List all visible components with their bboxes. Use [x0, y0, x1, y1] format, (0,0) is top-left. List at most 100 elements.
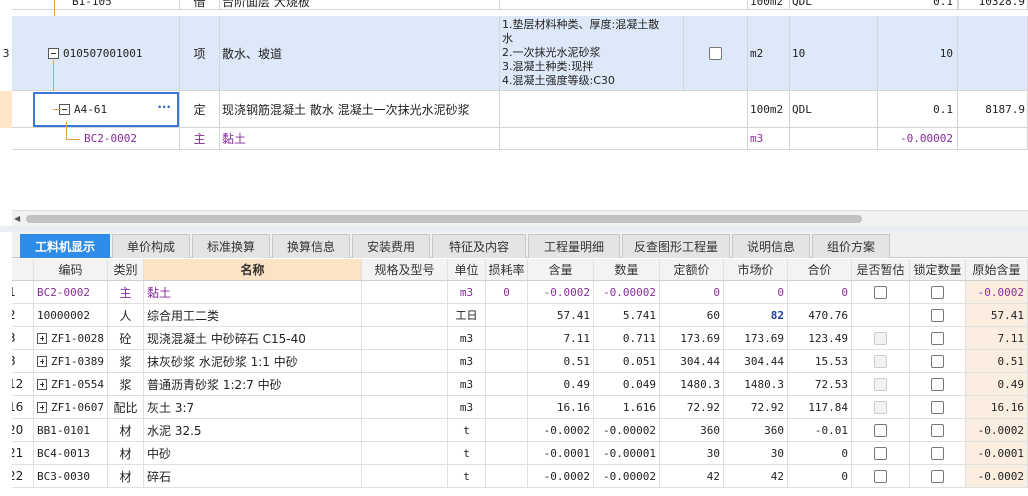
cell-content[interactable]: -0.0001: [528, 442, 594, 464]
cell-category[interactable]: 砼: [108, 327, 144, 349]
cell-unit[interactable]: m3: [448, 373, 486, 395]
cell-quantity[interactable]: -0.00002: [594, 465, 660, 487]
cell-content[interactable]: 57.41: [528, 304, 594, 326]
cell-loss-rate[interactable]: 0: [486, 281, 528, 303]
cell-total[interactable]: 0: [788, 465, 852, 487]
tab-conversion-info[interactable]: 换算信息: [272, 234, 350, 258]
cell-original-content[interactable]: 57.41: [966, 304, 1028, 326]
lock-checkbox[interactable]: [931, 469, 944, 483]
material-row[interactable]: 1BC2-0002主黏土m30-0.0002-0.00002000-0.0002: [12, 281, 1028, 304]
cell-content[interactable]: -0.0002: [528, 465, 594, 487]
material-row[interactable]: 3ZF1-0028砼现浇混凝土 中砂碎石 C15-40m37.110.71117…: [12, 327, 1028, 350]
cell-original-content[interactable]: -0.0002: [966, 419, 1028, 441]
col-market-price[interactable]: 市场价: [724, 259, 788, 280]
cell-spec[interactable]: [362, 442, 448, 464]
scroll-left-icon[interactable]: ◀: [14, 214, 20, 223]
cell-unit[interactable]: t: [448, 442, 486, 464]
cell-code[interactable]: BC4-0013: [34, 442, 108, 464]
cell-code[interactable]: ZF1-0028: [34, 327, 108, 349]
cell-unit[interactable]: t: [448, 465, 486, 487]
cell-market-price[interactable]: 30: [724, 442, 788, 464]
material-row[interactable]: 22BC3-0030材碎石t-0.0002-0.0000242420-0.000…: [12, 465, 1028, 488]
cell-unit[interactable]: 工日: [448, 304, 486, 326]
cell-quantity[interactable]: 0.049: [594, 373, 660, 395]
collapse-toggle-icon[interactable]: [48, 47, 59, 59]
lock-checkbox[interactable]: [931, 423, 944, 437]
cell-unit[interactable]: m3: [448, 396, 486, 418]
cell-quota-price[interactable]: 360: [660, 419, 724, 441]
cell-original-content[interactable]: -0.0002: [966, 281, 1028, 303]
col-loss-rate[interactable]: 损耗率: [486, 259, 528, 280]
cell-spec[interactable]: [362, 419, 448, 441]
tab-features[interactable]: 特征及内容: [432, 234, 526, 258]
cell-original-content[interactable]: 7.11: [966, 327, 1028, 349]
cell-loss-rate[interactable]: [486, 350, 528, 372]
cell-market-price[interactable]: 304.44: [724, 350, 788, 372]
cell-quota-price[interactable]: 60: [660, 304, 724, 326]
cell-name[interactable]: 现浇混凝土 中砂碎石 C15-40: [144, 327, 362, 349]
material-row[interactable]: 21BC4-0013材中砂t-0.0001-0.0000130300-0.000…: [12, 442, 1028, 465]
cell-name[interactable]: 抹灰砂浆 水泥砂浆 1:1 中砂: [144, 350, 362, 372]
material-row[interactable]: 16ZF1-0607配比灰土 3:7m316.161.61672.9272.92…: [12, 396, 1028, 419]
cell-unit[interactable]: m3: [448, 281, 486, 303]
cell-spec[interactable]: [362, 327, 448, 349]
item-row[interactable]: B1-105 借 台阶面层 大烧板 100m2 QDL 0.1 10328.9: [12, 0, 1028, 10]
cell-name[interactable]: 综合用工二类: [144, 304, 362, 326]
more-options-button[interactable]: ···: [157, 100, 171, 114]
expand-toggle-icon[interactable]: [37, 401, 48, 413]
cell-spec[interactable]: [362, 465, 448, 487]
cell-market-price[interactable]: 360: [724, 419, 788, 441]
cell-name[interactable]: 灰土 3:7: [144, 396, 362, 418]
horizontal-scrollbar[interactable]: ◀: [12, 210, 1028, 226]
cell-original-content[interactable]: 0.49: [966, 373, 1028, 395]
cell-code[interactable]: ZF1-0389: [34, 350, 108, 372]
cell-loss-rate[interactable]: [486, 442, 528, 464]
col-total[interactable]: 合价: [788, 259, 852, 280]
col-quota-price[interactable]: 定额价: [660, 259, 724, 280]
lock-checkbox[interactable]: [931, 331, 944, 345]
cell-unit[interactable]: m3: [448, 350, 486, 372]
cell-loss-rate[interactable]: [486, 373, 528, 395]
cell-category[interactable]: 材: [108, 442, 144, 464]
cell-total[interactable]: 123.49: [788, 327, 852, 349]
cell-quantity[interactable]: -0.00001: [594, 442, 660, 464]
tab-labor-material[interactable]: 工料机显示: [20, 234, 110, 258]
material-row[interactable]: 20BB1-0101材水泥 32.5t-0.0002-0.00002360360…: [12, 419, 1028, 442]
cell-code[interactable]: ZF1-0554: [34, 373, 108, 395]
cell-quantity[interactable]: 5.741: [594, 304, 660, 326]
item-row[interactable]: BC2-0002 主 黏土 m3 -0.00002: [12, 128, 1028, 150]
cell-content[interactable]: -0.0002: [528, 419, 594, 441]
cell-spec[interactable]: [362, 396, 448, 418]
cell-quantity[interactable]: -0.00002: [594, 419, 660, 441]
cell-quota-price[interactable]: 304.44: [660, 350, 724, 372]
cell-content[interactable]: 16.16: [528, 396, 594, 418]
cell-loss-rate[interactable]: [486, 327, 528, 349]
cell-quota-price[interactable]: 30: [660, 442, 724, 464]
cell-name[interactable]: 黏土: [144, 281, 362, 303]
tab-reverse-lookup[interactable]: 反查图形工程量: [622, 234, 730, 258]
col-content[interactable]: 含量: [528, 259, 594, 280]
cell-quota-price[interactable]: 173.69: [660, 327, 724, 349]
cell-original-content[interactable]: -0.0002: [966, 465, 1028, 487]
cell-code[interactable]: ZF1-0607: [34, 396, 108, 418]
cell-code[interactable]: BC2-0002: [34, 281, 108, 303]
cell-name[interactable]: 中砂: [144, 442, 362, 464]
tab-pricing-scheme[interactable]: 组价方案: [812, 234, 890, 258]
cell-name[interactable]: 普通沥青砂浆 1:2:7 中砂: [144, 373, 362, 395]
tab-install-fee[interactable]: 安装费用: [352, 234, 430, 258]
cell-total[interactable]: 15.53: [788, 350, 852, 372]
cell-content[interactable]: 0.51: [528, 350, 594, 372]
expand-toggle-icon[interactable]: [37, 355, 48, 367]
estimate-checkbox[interactable]: [874, 446, 887, 460]
cell-quantity[interactable]: 1.616: [594, 396, 660, 418]
cell-category[interactable]: 浆: [108, 373, 144, 395]
cell-category[interactable]: 人: [108, 304, 144, 326]
tab-notes[interactable]: 说明信息: [732, 234, 810, 258]
cell-quantity[interactable]: 0.711: [594, 327, 660, 349]
material-row[interactable]: 210000002人综合用工二类工日57.415.7416082470.7657…: [12, 304, 1028, 327]
cell-content[interactable]: -0.0002: [528, 281, 594, 303]
cell-spec[interactable]: [362, 304, 448, 326]
lock-checkbox[interactable]: [931, 285, 944, 299]
lock-checkbox[interactable]: [931, 400, 944, 414]
cell-total[interactable]: -0.01: [788, 419, 852, 441]
